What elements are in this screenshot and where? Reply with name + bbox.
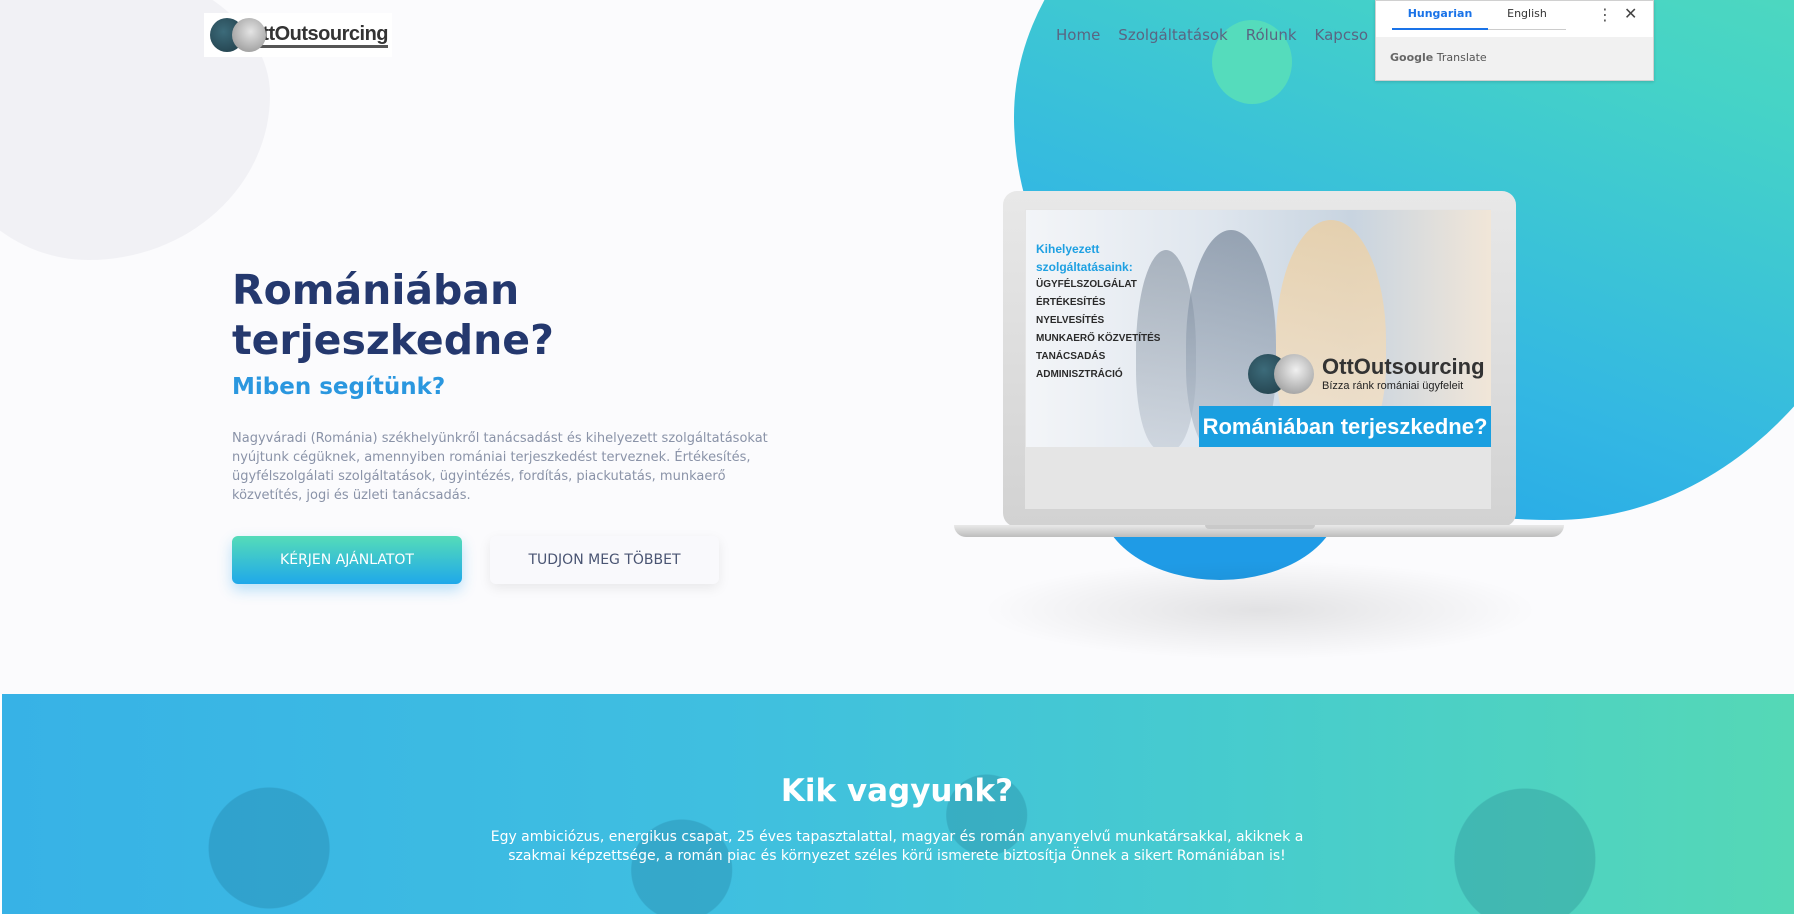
logo-mark-icon <box>208 16 266 54</box>
banner-services-title: Kihelyezett szolgáltatásaink: <box>1036 242 1133 274</box>
banner-logo: OttOutsourcing Bízza ránk romániai ügyfe… <box>1248 350 1485 396</box>
learn-more-button[interactable]: TUDJON MEG TÖBBET <box>490 536 719 584</box>
site-logo[interactable]: OttOutsourcing <box>204 13 392 57</box>
banner-service-item: Értékesítés <box>1036 297 1106 308</box>
nav-item-services[interactable]: Szolgáltatások <box>1118 26 1227 44</box>
nav-item-home[interactable]: Home <box>1056 26 1100 44</box>
translate-tab-hungarian[interactable]: Hungarian <box>1392 7 1488 30</box>
laptop-shadow <box>980 560 1540 660</box>
banner-logo-slogan: Bízza ránk romániai ügyfeleit <box>1322 380 1464 392</box>
banner-service-item: Nyelvesítés <box>1036 315 1105 326</box>
banner-service-item: Munkaerő közvetítés <box>1036 333 1161 344</box>
main-nav: Home Szolgáltatások Rólunk Kapcso <box>1056 26 1368 44</box>
about-title: Kik vagyunk? <box>780 773 1014 809</box>
translate-brand-text: Translate <box>1436 51 1487 64</box>
logo-text: OttOutsourcing <box>247 23 388 48</box>
banner-service-item: Tanácsadás <box>1036 351 1106 362</box>
hero-subtitle: Miben segítünk? <box>232 374 446 400</box>
laptop-banner-image: Kihelyezett szolgáltatásaink: Ügyfélszol… <box>1026 210 1491 447</box>
banner-services-list: Kihelyezett szolgáltatásaink: Ügyfélszol… <box>1036 240 1160 384</box>
page-edge <box>0 694 2 914</box>
nav-item-about[interactable]: Rólunk <box>1246 26 1297 44</box>
close-icon[interactable]: ✕ <box>1624 4 1637 23</box>
banner-service-item: Ügyfélszolgálat <box>1036 279 1137 290</box>
google-brand-text: Google <box>1390 51 1434 64</box>
banner-logo-mark-icon <box>1248 350 1318 396</box>
about-text: Egy ambiciózus, energikus csapat, 25 éve… <box>490 829 1304 864</box>
google-translate-widget: Hungarian English ⋮ ✕ Google Translate <box>1375 0 1654 81</box>
request-quote-button[interactable]: KÉRJEN AJÁNLATOT <box>232 536 462 584</box>
hero-title: Romániában terjeszkedne? <box>232 266 554 364</box>
more-vert-icon[interactable]: ⋮ <box>1597 5 1613 24</box>
banner-service-item: Adminisztráció <box>1036 369 1123 380</box>
banner-headline: Romániában terjeszkedne? <box>1199 406 1491 447</box>
translate-tab-english[interactable]: English <box>1488 7 1566 30</box>
banner-logo-text: OttOutsourcing <box>1322 354 1485 379</box>
hero-lead-text: Nagyváradi (Románia) székhelyünkről taná… <box>232 431 768 503</box>
page: OttOutsourcing Home Szolgáltatások Rólun… <box>0 0 1794 914</box>
laptop-notch <box>1205 525 1315 529</box>
google-translate-brand[interactable]: Google Translate <box>1390 51 1487 64</box>
nav-item-contact[interactable]: Kapcso <box>1315 26 1369 44</box>
